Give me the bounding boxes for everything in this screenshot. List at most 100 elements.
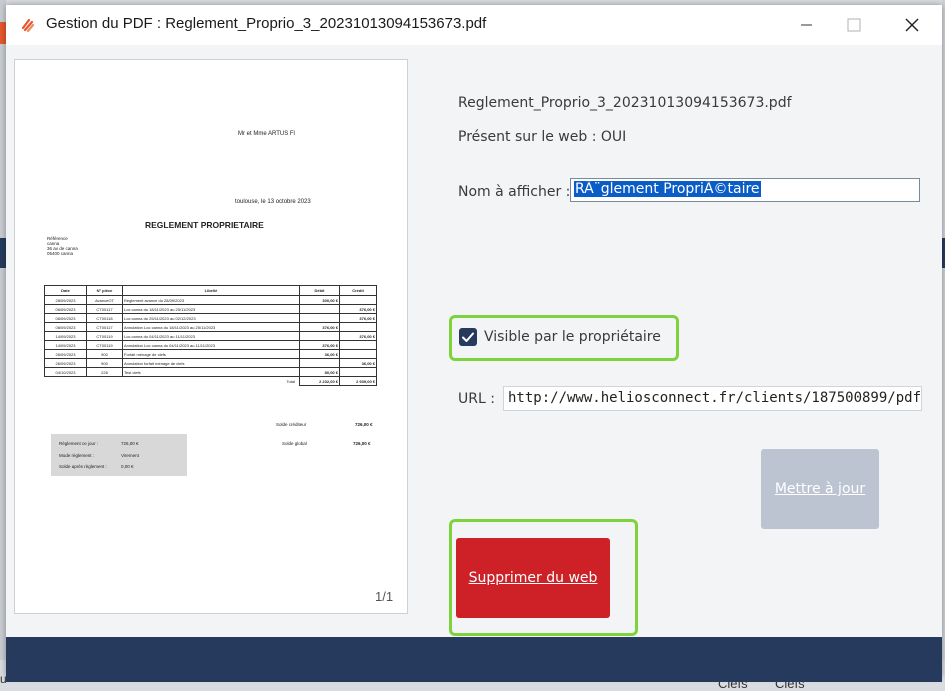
table-cell <box>339 340 377 350</box>
table-cell: 376,00 € <box>339 331 377 341</box>
pdf-preview[interactable]: Mr et Mme ARTUS Fl toulouse, le 13 octob… <box>14 59 408 614</box>
total-debit: 2 232,00 € <box>299 376 340 386</box>
table-row: 06/09/2023 CT00118 Loc canna du 25/11/2023… <box>44 313 377 323</box>
total-credit: 2 939,00 € <box>339 376 377 386</box>
table-cell: CT00119 <box>86 331 123 341</box>
table-cell <box>339 367 377 377</box>
summary-value: 726,00 € <box>121 441 139 446</box>
minimize-icon[interactable] <box>786 13 826 37</box>
summary-row: Solde après règlement : 0,00 € <box>59 464 134 469</box>
page-counter: 1/1 <box>375 589 394 604</box>
table-row: 28/09/2023 AvanceOT Règlement avance du 28… <box>44 295 377 305</box>
table-row: 06/09/2023 CT00117 Loc canna du 18/11/2023… <box>44 304 377 314</box>
table-cell: 04/10/2023 <box>44 367 87 377</box>
title-bar[interactable]: Gestion du PDF : Reglement_Proprio_3_202… <box>6 5 942 45</box>
table-cell <box>299 304 340 314</box>
close-icon[interactable] <box>892 13 932 37</box>
table-cell <box>339 295 377 305</box>
pdf-management-dialog: Gestion du PDF : Reglement_Proprio_3_202… <box>6 5 942 682</box>
table-cell: 26/09/2023 <box>44 358 87 368</box>
solde-global-label: Solde global <box>282 441 307 446</box>
table-row: 26/09/2023 900 Forfait ménage de clefs 36,0… <box>44 349 377 359</box>
pdf-filename: Reglement_Proprio_3_20231013094153673.pd… <box>458 95 792 111</box>
url-label: URL : <box>458 391 495 407</box>
solde-crediteur-label: Solde créditeur <box>276 422 307 427</box>
dialog-body: Mr et Mme ARTUS Fl toulouse, le 13 octob… <box>6 45 942 637</box>
table-cell <box>299 358 340 368</box>
table-cell: 900 <box>86 349 123 359</box>
table-cell: 80,00 € <box>299 367 340 377</box>
summary-row: Mode règlement : Virement <box>59 453 139 458</box>
table-cell: Règlement avance du 28/09/2023 <box>122 295 300 305</box>
table-row: 08/09/2023 CT00117 Annulation Loc canna du… <box>44 322 377 332</box>
table-cell <box>299 331 340 341</box>
table-cell: 376,00 € <box>299 340 340 350</box>
table-cell: Loc canna du 18/11/2023 au 25/11/2023 <box>122 304 300 314</box>
summary-row: Règlement ce jour : 726,00 € <box>59 441 139 446</box>
table-cell: 36,00 € <box>339 358 377 368</box>
table-cell: CT00117 <box>86 304 123 314</box>
visible-owner-checkbox[interactable] <box>459 328 477 346</box>
checkmark-icon <box>462 332 474 342</box>
table-cell: Annulation forfait ménage de clefs <box>122 358 300 368</box>
window-title: Gestion du PDF : Reglement_Proprio_3_202… <box>46 15 487 32</box>
table-header-row: Date N° pièce Libellé Débit Crédit <box>44 285 377 296</box>
web-status: Présent sur le web : OUI <box>458 129 627 145</box>
summary-value: 0,00 € <box>121 464 134 469</box>
table-row: 14/09/2023 CT00119 Annulation Loc canna du… <box>44 340 377 350</box>
table-cell: 26/09/2023 <box>44 349 87 359</box>
url-field[interactable]: http://www.heliosconnect.fr/clients/1875… <box>503 386 922 411</box>
pdf-heading: REGLEMENT PROPRIETAIRE <box>145 220 264 230</box>
table-row: 14/09/2023 CT00119 Loc canna du 04/11/2023… <box>44 331 377 341</box>
table-cell: 226 <box>86 367 123 377</box>
table-cell: 376,00 € <box>299 322 340 332</box>
pdf-reference-block: Référence canna 36 av de canna 05400 can… <box>47 236 78 256</box>
table-cell: 14/09/2023 <box>44 331 87 341</box>
solde-global-value: 726,00 € <box>353 441 371 446</box>
table-cell: Forfait ménage de clefs <box>122 349 300 359</box>
table-cell: CT00117 <box>86 322 123 332</box>
table-cell: Test clefs <box>122 367 300 377</box>
table-row: 26/09/2023 900 Annulation forfait ménage d… <box>44 358 377 368</box>
delete-from-web-button[interactable]: Supprimer du web <box>456 538 610 618</box>
table-row: 04/10/2023 226 Test clefs 80,00 € <box>44 367 377 377</box>
total-label: Total <box>286 378 295 384</box>
table-cell: 14/09/2023 <box>44 340 87 350</box>
table-cell: Loc canna du 04/11/2023 au 11/11/2023 <box>122 331 300 341</box>
table-cell <box>339 322 377 332</box>
column-header: Débit <box>299 285 340 296</box>
update-button[interactable]: Mettre à jour <box>761 449 879 529</box>
pdf-payment-summary: Règlement ce jour : 726,00 € Mode règlem… <box>51 434 187 476</box>
summary-label: Mode règlement : <box>59 453 95 458</box>
display-name-input[interactable]: RÃ¨glement PropriÃ©taire <box>570 178 920 202</box>
pdf-date: toulouse, le 13 octobre 2023 <box>235 199 311 205</box>
table-cell: AvanceOT <box>86 295 123 305</box>
table-cell: 06/09/2023 <box>44 304 87 314</box>
column-header: N° pièce <box>86 285 123 296</box>
visible-owner-label[interactable]: Visible par le propriétaire <box>484 329 661 345</box>
column-header: Crédit <box>339 285 377 296</box>
app-logo-icon <box>21 18 35 33</box>
pdf-addressee: Mr et Mme ARTUS Fl <box>238 131 295 137</box>
table-cell: Loc canna du 25/11/2023 au 02/12/2023 <box>122 313 300 323</box>
solde-crediteur-value: 726,00 € <box>355 422 373 427</box>
table-total-row: Total 2 232,00 € 2 939,00 € <box>45 376 377 386</box>
display-name-label: Nom à afficher : <box>458 184 571 200</box>
table-cell: 900 <box>86 358 123 368</box>
summary-value: Virement <box>121 453 139 458</box>
table-cell: CT00118 <box>86 313 123 323</box>
summary-label: Règlement ce jour : <box>59 441 99 446</box>
pdf-statement-table: Date N° pièce Libellé Débit Crédit 28/09… <box>44 285 377 386</box>
column-header: Libellé <box>122 285 300 296</box>
table-cell: 300,00 € <box>299 295 340 305</box>
table-cell: Annulation Loc canna du 04/11/2023 au 11… <box>122 340 300 350</box>
table-cell: Annulation Loc canna du 18/11/2023 au 25… <box>122 322 300 332</box>
display-name-value: RÃ¨glement PropriÃ©taire <box>574 181 761 197</box>
maximize-icon[interactable] <box>834 13 874 37</box>
column-header: Date <box>44 285 87 296</box>
table-cell: CT00119 <box>86 340 123 350</box>
table-cell: 36,00 € <box>299 349 340 359</box>
footer-bar <box>6 637 942 682</box>
table-cell: 06/09/2023 <box>44 313 87 323</box>
summary-label: Solde après règlement : <box>59 464 107 469</box>
